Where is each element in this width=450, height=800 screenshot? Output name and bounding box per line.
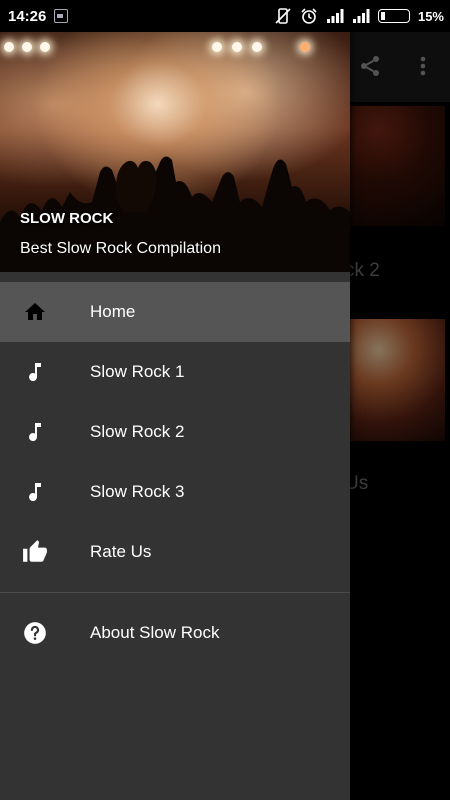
music-note-icon: [22, 419, 48, 445]
battery-icon: [377, 9, 410, 23]
drawer-header-subtitle: Best Slow Rock Compilation: [20, 240, 221, 257]
menu-item-about[interactable]: About Slow Rock: [0, 603, 350, 663]
menu-item-label: Slow Rock 3: [90, 482, 185, 501]
alarm-icon: [301, 8, 317, 24]
menu-item-label: Slow Rock 2: [90, 422, 185, 441]
stage-light: [252, 42, 262, 52]
stage-light: [40, 42, 50, 52]
menu-item-label: Home: [90, 302, 136, 321]
battery-percent: 15%: [417, 8, 444, 24]
menu-item-home[interactable]: Home: [0, 282, 350, 342]
menu-item-rate-us[interactable]: Rate Us: [0, 522, 350, 582]
signal-icon-2: [352, 9, 370, 23]
signal-icon: [326, 9, 344, 23]
navigation-drawer: SLOW ROCK Best Slow Rock Compilation Hom…: [0, 32, 350, 800]
stage-light: [232, 42, 242, 52]
thumbs-up-icon: [22, 539, 48, 565]
status-icons: 15%: [274, 0, 444, 32]
drawer-header-title: SLOW ROCK: [20, 210, 114, 227]
drawer-menu: Home Slow Rock 1 Slow Rock 2 Slow Rock 3…: [0, 282, 350, 663]
stage-lights: [0, 38, 350, 58]
status-time: 14:26: [8, 7, 47, 25]
menu-divider: [0, 592, 350, 593]
music-note-icon: [22, 359, 48, 385]
drawer-header: SLOW ROCK Best Slow Rock Compilation: [0, 32, 350, 272]
music-note-icon: [22, 479, 48, 505]
help-icon: [22, 620, 48, 646]
menu-item-label: Slow Rock 1: [90, 362, 185, 381]
menu-item-label: About Slow Rock: [90, 623, 220, 642]
stage-light: [22, 42, 32, 52]
home-icon: [22, 299, 48, 325]
status-bar: 14:26 15%: [0, 0, 450, 32]
menu-item-label: Rate Us: [90, 542, 152, 561]
menu-item-slow-rock-2[interactable]: Slow Rock 2: [0, 402, 350, 462]
vibrate-off-icon: [275, 8, 291, 24]
menu-item-slow-rock-3[interactable]: Slow Rock 3: [0, 462, 350, 522]
stage-light: [300, 42, 310, 52]
stage-light: [212, 42, 222, 52]
gallery-notification-icon: [54, 9, 69, 23]
menu-item-slow-rock-1[interactable]: Slow Rock 1: [0, 342, 350, 402]
stage-light: [4, 42, 14, 52]
